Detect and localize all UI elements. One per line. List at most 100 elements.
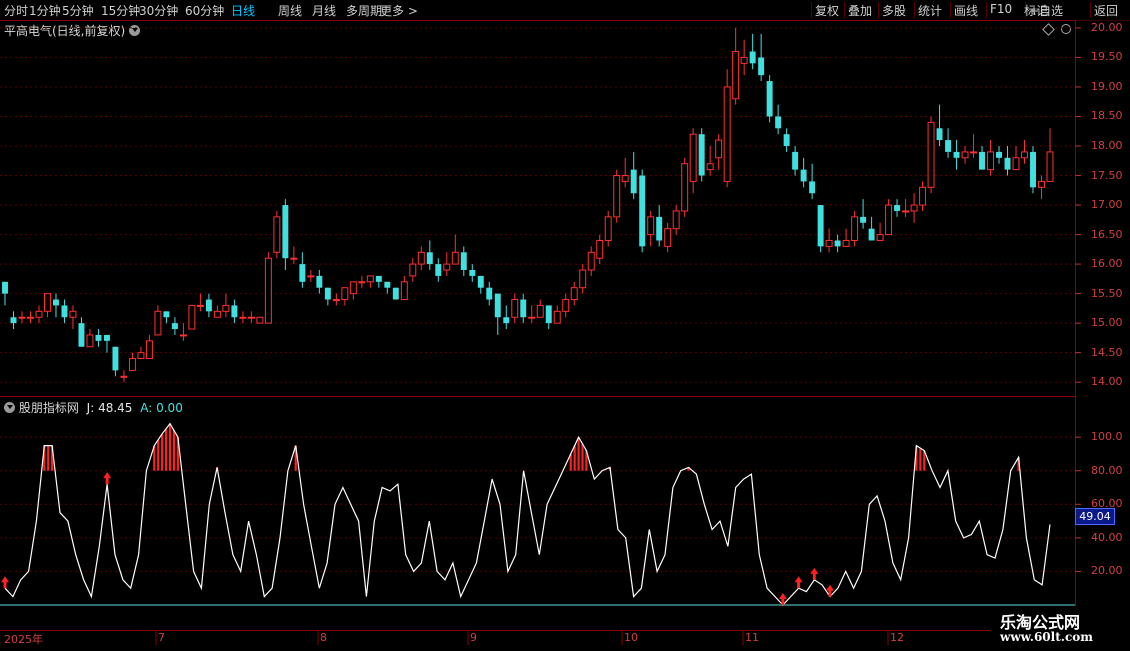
candle-body — [706, 163, 714, 171]
buy-arrow-icon — [103, 472, 112, 485]
candle-body — [86, 334, 94, 348]
buy-arrow-icon — [826, 584, 834, 597]
candle-body — [417, 251, 425, 265]
candle-body — [299, 264, 306, 282]
candle-body — [469, 270, 476, 276]
candle-body — [749, 51, 756, 64]
candle-body — [775, 116, 782, 129]
candle-body — [145, 340, 153, 360]
candle-body — [18, 316, 26, 319]
candle-body — [732, 51, 740, 100]
candle-body — [213, 310, 221, 318]
candle-body — [613, 175, 621, 218]
candle-body — [723, 86, 731, 182]
candle-body — [630, 169, 637, 194]
candle-body — [112, 346, 119, 371]
chart-canvas[interactable] — [0, 0, 1130, 650]
candle-body — [766, 81, 773, 117]
candle-body — [324, 287, 331, 300]
candle-body — [486, 287, 493, 300]
candle-body — [78, 323, 85, 347]
candle-body — [239, 316, 247, 319]
candle-body — [273, 216, 281, 253]
candle-body — [384, 281, 391, 288]
candle-body — [987, 151, 995, 171]
candle-body — [163, 311, 170, 318]
candle-body — [349, 281, 357, 295]
candle-body — [451, 251, 459, 265]
candle-body — [332, 299, 340, 302]
watermark-url: www.60lt.com — [1000, 630, 1093, 644]
candle-body — [698, 134, 705, 176]
buy-arrow-icon — [794, 576, 803, 589]
candle-body — [536, 304, 544, 318]
candle-body — [120, 375, 128, 378]
candle-body — [205, 299, 212, 312]
candle-body — [587, 251, 595, 271]
candle-body — [664, 228, 672, 247]
candle-body — [426, 252, 433, 265]
candle-body — [961, 151, 969, 159]
candle-body — [868, 228, 875, 241]
candle-body — [740, 56, 748, 64]
candle-body — [188, 304, 196, 330]
candle-body — [953, 151, 960, 158]
candle-body — [179, 334, 187, 337]
candle-body — [936, 128, 943, 141]
candle-body — [689, 133, 697, 182]
candle-body — [902, 210, 910, 213]
candle-body — [358, 281, 366, 284]
candle-body — [528, 316, 536, 319]
candle-body — [792, 151, 799, 170]
candle-body — [876, 234, 884, 241]
candle-body — [256, 316, 264, 324]
candle-body — [171, 323, 178, 330]
candle-body — [579, 269, 587, 289]
candle-body — [927, 121, 935, 188]
candle-body — [53, 299, 59, 306]
candle-body — [1038, 180, 1045, 188]
candle-body — [851, 216, 859, 241]
candle-body — [375, 275, 382, 282]
buy-arrow-icon — [778, 593, 787, 605]
candle-body — [366, 275, 374, 283]
candle-body — [970, 151, 978, 154]
candle-body — [44, 293, 51, 312]
buy-arrow-icon — [810, 567, 819, 580]
candle-body — [35, 310, 43, 318]
candle-body — [27, 316, 34, 319]
buy-arrow-icon — [1, 576, 9, 589]
candle-body — [621, 175, 629, 182]
candle-body — [647, 216, 655, 236]
candle-body — [783, 134, 790, 146]
candle-body — [196, 304, 204, 307]
candle-body — [400, 281, 408, 301]
candle-body — [996, 151, 1002, 158]
candle-body — [596, 239, 604, 259]
candle-body — [842, 239, 850, 247]
candle-body — [316, 275, 323, 288]
candle-body — [264, 257, 272, 324]
candle-body — [392, 287, 399, 300]
candle-body — [570, 287, 578, 301]
candle-body — [553, 310, 561, 324]
candle-body — [758, 57, 765, 76]
candle-body — [894, 205, 901, 211]
candle-body — [919, 186, 927, 206]
candle-body — [503, 317, 510, 324]
candle-body — [604, 216, 612, 241]
candle-body — [639, 175, 646, 247]
candle-body — [1012, 157, 1020, 171]
candle-body — [61, 305, 68, 318]
candle-body — [231, 305, 238, 318]
candle-body — [511, 299, 519, 318]
candle-body — [885, 204, 893, 236]
candle-body — [1030, 151, 1036, 188]
candle-body — [809, 181, 816, 194]
candle-body — [945, 140, 952, 152]
candle-body — [800, 169, 807, 182]
candle-body — [834, 240, 841, 247]
candle-body — [128, 358, 136, 371]
candle-body — [460, 252, 467, 270]
candle-body — [341, 287, 349, 301]
